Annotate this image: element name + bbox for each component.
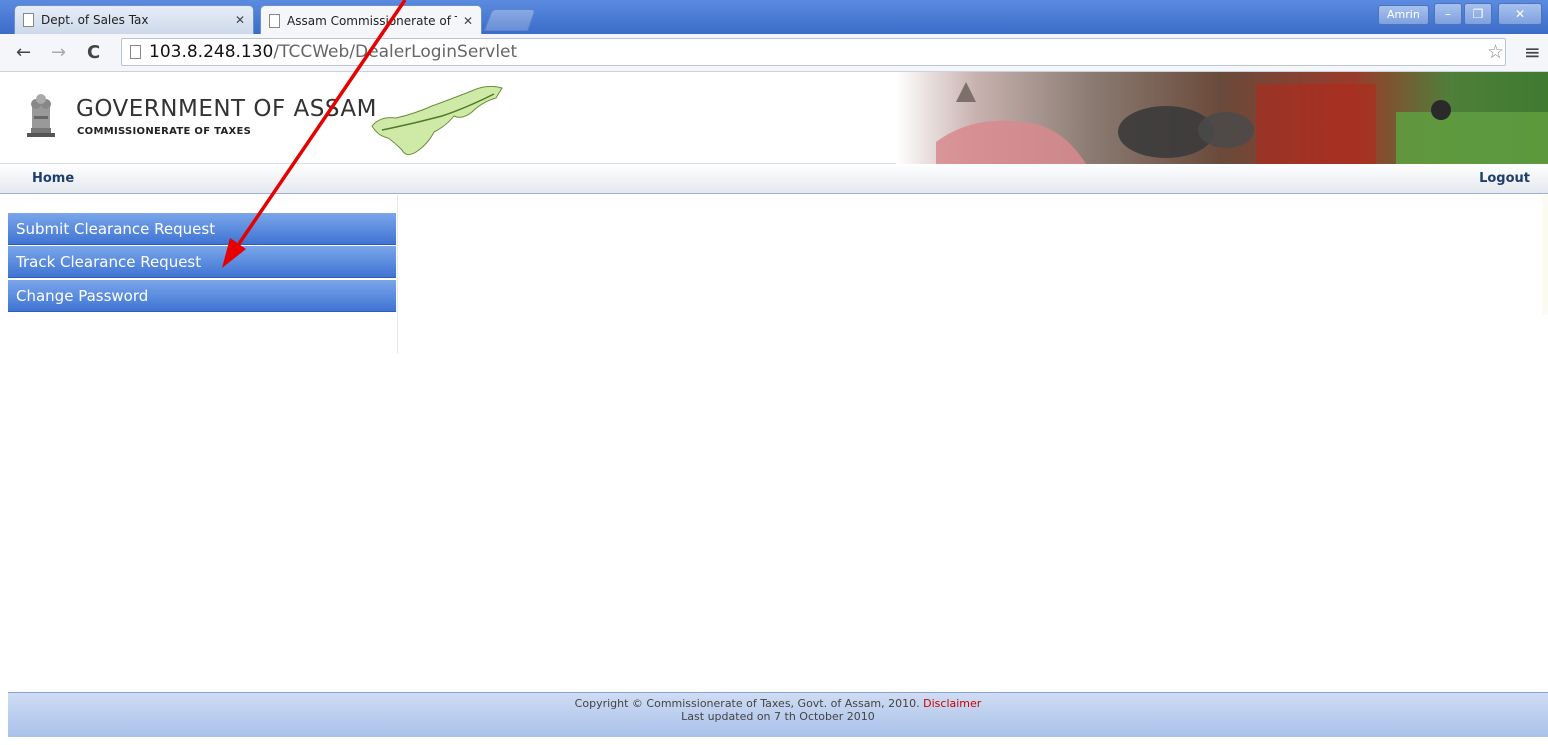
site-header: GOVERNMENT OF ASSAM COMMISSIONERATE OF T… [0, 72, 1548, 164]
tab-title: Dept. of Sales Tax [41, 13, 149, 27]
tab-title: Assam Commissionerate of T [287, 13, 457, 28]
reload-icon[interactable]: C [87, 42, 100, 63]
sidebar-item-submit-clearance-request[interactable]: Submit Clearance Request [8, 213, 396, 245]
disclaimer-link[interactable]: Disclaimer [923, 697, 981, 710]
browser-toolbar: ← → C 103.8.248.130/TCCWeb/DealerLoginSe… [0, 34, 1548, 72]
page-icon [130, 45, 141, 59]
minimize-window-button[interactable]: – [1434, 3, 1462, 25]
close-tab-icon[interactable]: ✕ [235, 13, 245, 27]
sidebar-menu: Submit Clearance Request Track Clearance… [8, 195, 398, 353]
site-title: GOVERNMENT OF ASSAM [76, 96, 377, 122]
assam-map-icon [371, 85, 503, 156]
browser-tab-assam-commissionerate[interactable]: Assam Commissionerate of T ✕ [260, 5, 482, 35]
close-window-button[interactable]: ✕ [1498, 3, 1542, 25]
maximize-window-button[interactable]: ❐ [1464, 3, 1492, 25]
sidebar-item-change-password[interactable]: Change Password [8, 280, 396, 312]
page-icon [269, 13, 280, 28]
page-icon [23, 13, 34, 27]
footer-copyright-line: Copyright © Commissionerate of Taxes, Go… [8, 697, 1548, 710]
header-banner-image [896, 72, 1548, 164]
copyright-text: Copyright © Commissionerate of Taxes, Go… [574, 697, 920, 710]
address-bar[interactable]: 103.8.248.130/TCCWeb/DealerLoginServlet [121, 38, 1506, 66]
browser-user-badge[interactable]: Amrin [1378, 5, 1429, 25]
sidebar-item-track-clearance-request[interactable]: Track Clearance Request [8, 246, 396, 278]
site-subtitle: COMMISSIONERATE OF TAXES [77, 126, 252, 137]
top-nav-bar: Home Logout [0, 164, 1548, 194]
browser-menu-icon[interactable]: ≡ [1524, 40, 1541, 64]
state-emblem-icon [27, 94, 55, 137]
forward-arrow-icon[interactable]: → [51, 42, 66, 63]
content-edge [1542, 195, 1548, 315]
browser-tabstrip: Dept. of Sales Tax ✕ Assam Commissionera… [0, 0, 1548, 35]
url-path: /TCCWeb/DealerLoginServlet [273, 42, 518, 62]
new-tab-button[interactable] [483, 9, 537, 31]
last-updated-text: Last updated on 7 th October 2010 [681, 710, 875, 723]
bookmark-star-icon[interactable]: ☆ [1487, 41, 1504, 63]
close-tab-icon[interactable]: ✕ [463, 14, 473, 28]
home-link[interactable]: Home [32, 171, 74, 186]
browser-tab-sales-tax[interactable]: Dept. of Sales Tax ✕ [14, 5, 254, 34]
url-host: 103.8.248.130 [149, 42, 274, 62]
back-arrow-icon[interactable]: ← [16, 42, 31, 63]
logout-link[interactable]: Logout [1479, 171, 1530, 186]
page-footer: Copyright © Commissionerate of Taxes, Go… [8, 692, 1548, 737]
